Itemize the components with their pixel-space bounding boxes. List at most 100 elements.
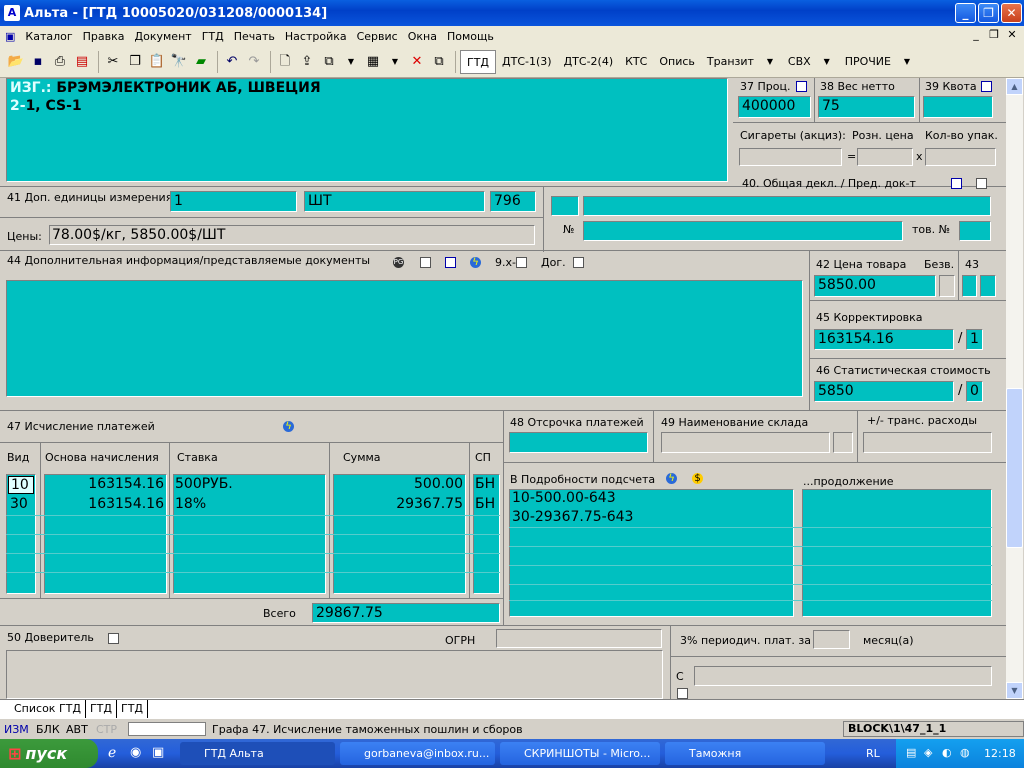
b50-ogrn-field[interactable] bbox=[496, 629, 662, 648]
b41-qty-field[interactable]: 1 bbox=[170, 191, 297, 212]
note-icon[interactable] bbox=[573, 257, 584, 268]
tab-gtd-1[interactable]: ГТД bbox=[86, 700, 117, 718]
toolbar-opis-button[interactable]: Опись bbox=[653, 50, 701, 74]
mdi-minimize-icon[interactable]: _ bbox=[968, 28, 984, 44]
b41-code-field[interactable]: 796 bbox=[490, 191, 536, 212]
print-icon[interactable]: ⎙ bbox=[50, 51, 70, 73]
pg-icon[interactable]: PG bbox=[393, 257, 404, 268]
print-preview-icon[interactable]: ▤ bbox=[72, 51, 92, 73]
copy-doc-icon[interactable]: ⧉ bbox=[319, 51, 339, 73]
tab-gtd-2[interactable]: ГТД bbox=[117, 700, 149, 718]
scroll-thumb[interactable] bbox=[1006, 388, 1023, 548]
dropdown-arrow-icon[interactable]: ▼ bbox=[817, 51, 837, 73]
b40-code-field[interactable] bbox=[551, 196, 579, 216]
cigarettes-field[interactable] bbox=[739, 148, 842, 166]
taskbar-task-gtd[interactable]: ГТД Альта bbox=[180, 742, 335, 765]
find-icon[interactable]: 🔭 bbox=[169, 51, 189, 73]
note-icon[interactable] bbox=[420, 257, 431, 268]
taskbar-task-mail[interactable]: gorbaneva@inbox.ru... bbox=[340, 742, 495, 765]
tray-volume-icon[interactable]: ◈ bbox=[924, 746, 932, 759]
language-indicator[interactable]: RL bbox=[866, 747, 880, 760]
table-icon[interactable]: ▦ bbox=[363, 51, 383, 73]
toolbar-dts1-button[interactable]: ДТС-1(3) bbox=[496, 50, 558, 74]
periodic-field[interactable] bbox=[813, 630, 850, 649]
menu-item-print[interactable]: Печать bbox=[229, 30, 280, 43]
start-button[interactable]: ⊞ пуск bbox=[0, 739, 98, 768]
b37-field[interactable]: 400000 bbox=[738, 96, 811, 118]
book-icon[interactable]: ▰ bbox=[191, 51, 211, 73]
duplicate-icon[interactable]: ⧉ bbox=[429, 51, 449, 73]
b50-field[interactable] bbox=[6, 650, 663, 699]
note-icon[interactable] bbox=[108, 633, 119, 644]
tray-av-icon[interactable]: ◐ bbox=[942, 746, 952, 759]
b47-row1-vid[interactable]: 10 bbox=[8, 476, 34, 494]
taskbar-task-folder[interactable]: Таможня bbox=[665, 742, 825, 765]
ie-quicklaunch-icon[interactable]: ℯ bbox=[108, 745, 116, 761]
cut-icon[interactable]: ✂ bbox=[103, 51, 123, 73]
b49-extra-field[interactable] bbox=[833, 432, 853, 453]
b46-field[interactable]: 5850 bbox=[814, 381, 954, 402]
b41-unit-field[interactable]: ШТ bbox=[304, 191, 485, 212]
toolbar-kts-button[interactable]: КТС bbox=[619, 50, 653, 74]
media-quicklaunch-icon[interactable]: ◉ bbox=[130, 745, 141, 760]
toolbar-gtd-button[interactable]: ГТД bbox=[460, 49, 497, 74]
mdi-restore-icon[interactable]: ❐ bbox=[986, 28, 1002, 44]
export-icon[interactable]: ⇪ bbox=[297, 51, 317, 73]
scroll-down-icon[interactable]: ▼ bbox=[1006, 682, 1023, 699]
menu-item-settings[interactable]: Настройка bbox=[280, 30, 352, 43]
b43-field1[interactable] bbox=[962, 275, 977, 297]
save-icon[interactable]: ▪ bbox=[28, 51, 48, 73]
b47-total-field[interactable]: 29867.75 bbox=[312, 603, 500, 623]
dropdown-arrow-icon[interactable]: ▼ bbox=[385, 51, 405, 73]
toolbar-dts2-button[interactable]: ДТС-2(4) bbox=[558, 50, 620, 74]
calendar-icon[interactable] bbox=[796, 81, 807, 92]
goods-description-field[interactable]: ИЗГ.: БРЭМЭЛЕКТРОНИК АБ, ШВЕЦИЯ 2-1, CS-… bbox=[6, 78, 728, 182]
b40-doc-field[interactable] bbox=[583, 196, 991, 216]
b40-number-field[interactable] bbox=[583, 221, 903, 241]
b48-field[interactable] bbox=[509, 432, 648, 453]
undo-icon[interactable]: ↶ bbox=[222, 51, 242, 73]
lightning-icon[interactable]: ϟ bbox=[470, 257, 481, 268]
lightning-icon[interactable]: ϟ bbox=[666, 473, 677, 484]
prices-field[interactable]: 78.00$/кг, 5850.00$/ШТ bbox=[49, 225, 535, 245]
podr-cont-field[interactable] bbox=[802, 489, 992, 617]
open-icon[interactable]: 📂 bbox=[6, 51, 26, 73]
vertical-scrollbar[interactable]: ▲ ▼ bbox=[1006, 78, 1023, 699]
calendar-icon[interactable] bbox=[981, 81, 992, 92]
scroll-up-icon[interactable]: ▲ bbox=[1006, 78, 1023, 95]
note-icon[interactable] bbox=[976, 178, 987, 189]
menu-item-windows[interactable]: Окна bbox=[403, 30, 442, 43]
calendar-icon[interactable] bbox=[951, 178, 962, 189]
b40-tov-field[interactable] bbox=[959, 221, 991, 241]
toolbar-prochie-button[interactable]: ПРОЧИЕ bbox=[839, 50, 897, 74]
toolbar-svh-button[interactable]: СВХ bbox=[782, 50, 817, 74]
paste-icon[interactable]: 📋 bbox=[147, 51, 167, 73]
desktop-quicklaunch-icon[interactable]: ▣ bbox=[152, 745, 164, 760]
trans-field[interactable] bbox=[863, 432, 992, 453]
note-icon[interactable] bbox=[677, 688, 688, 699]
dropdown-arrow-icon[interactable]: ▼ bbox=[760, 51, 780, 73]
b45-method-field[interactable]: 1 bbox=[966, 329, 983, 350]
maximize-button[interactable]: ❐ bbox=[978, 3, 999, 23]
tab-gtd-list[interactable]: Список ГТД bbox=[10, 700, 86, 718]
b39-field[interactable] bbox=[923, 96, 993, 118]
minimize-button[interactable]: _ bbox=[955, 3, 976, 23]
package-count-field[interactable] bbox=[925, 148, 996, 166]
mdi-close-icon[interactable]: ✕ bbox=[1004, 28, 1020, 44]
menu-item-service[interactable]: Сервис bbox=[352, 30, 403, 43]
b44-field[interactable] bbox=[6, 280, 803, 397]
redo-icon[interactable]: ↷ bbox=[244, 51, 264, 73]
close-button[interactable]: ✕ bbox=[1001, 3, 1022, 23]
b42-field[interactable]: 5850.00 bbox=[814, 275, 936, 297]
new-doc-icon[interactable]: 🗋 bbox=[275, 51, 295, 73]
sign-field[interactable] bbox=[694, 666, 992, 686]
tray-network-icon[interactable]: ▤ bbox=[906, 746, 916, 759]
dropdown-arrow-icon[interactable]: ▼ bbox=[341, 51, 361, 73]
b42-bezv-checkbox[interactable] bbox=[939, 275, 955, 297]
b46-method-field[interactable]: 0 bbox=[966, 381, 983, 402]
b38-field[interactable]: 75 bbox=[818, 96, 915, 118]
b49-field[interactable] bbox=[661, 432, 830, 453]
menu-item-gtd[interactable]: ГТД bbox=[197, 30, 229, 43]
menu-item-help[interactable]: Помощь bbox=[442, 30, 499, 43]
calendar-icon[interactable] bbox=[445, 257, 456, 268]
